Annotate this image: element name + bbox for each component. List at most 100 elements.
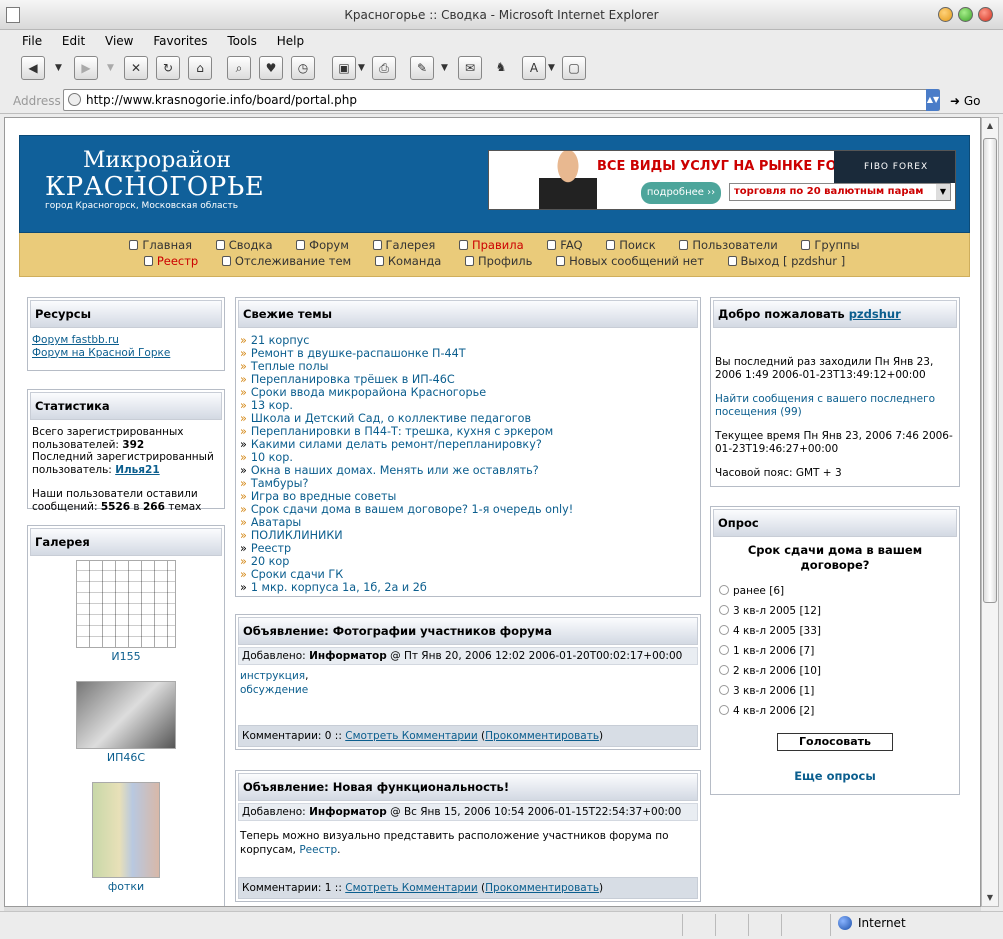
nav-search[interactable]: Поиск (606, 237, 656, 253)
topic-title[interactable]: Аватары (251, 516, 301, 529)
topic-item[interactable]: » Сроки сдачи ГК (240, 568, 696, 581)
topic-item[interactable]: » Какими силами делать ремонт/перепланиро… (240, 438, 696, 451)
close-button[interactable] (978, 7, 993, 22)
forward-icon[interactable]: ▶ (74, 56, 98, 80)
topic-title[interactable]: Тамбуры? (251, 477, 309, 490)
topic-item[interactable]: » Теплые полы (240, 360, 696, 373)
nav-new-messages[interactable]: Новых сообщений нет (556, 253, 704, 269)
edit-icon[interactable]: ✎ (410, 56, 434, 80)
topic-title[interactable]: Окна в наших домах. Менять или же оставл… (251, 464, 539, 477)
poll-option[interactable]: 4 кв-л 2006 [2] (711, 705, 959, 725)
media-dropdown-icon[interactable]: ▼ (358, 56, 365, 80)
fullscreen-icon[interactable]: ▢ (562, 56, 586, 80)
topic-title[interactable]: Срок сдачи дома в вашем договоре? 1-я оч… (251, 503, 573, 516)
topic-title[interactable]: ПОЛИКЛИНИКИ (251, 529, 343, 542)
nav-watched-topics[interactable]: Отслеживание тем (221, 253, 351, 269)
history-icon[interactable]: ◷ (291, 56, 315, 80)
resource-link[interactable]: Форум fastbb.ru (32, 334, 220, 347)
topic-title[interactable]: 20 кор (251, 555, 290, 568)
topic-title[interactable]: Перепланировка трёшек в ИП-46С (251, 373, 455, 386)
nav-summary[interactable]: Сводка (215, 237, 273, 253)
nav-forum[interactable]: Форум (296, 237, 349, 253)
maximize-button[interactable] (958, 7, 973, 22)
topic-item[interactable]: » 21 корпус (240, 334, 696, 347)
nav-logout[interactable]: Выход [ pzdshur ] (727, 253, 845, 269)
back-dropdown-icon[interactable]: ▼ (55, 56, 62, 80)
topic-item[interactable]: » Игра во вредные советы (240, 490, 696, 503)
topic-title[interactable]: Ремонт в двушке-распашонке П-44Т (251, 347, 466, 360)
scrollbar-thumb[interactable] (983, 138, 997, 603)
text-size-icon[interactable]: A (522, 56, 546, 80)
radio-button[interactable] (719, 625, 729, 635)
scroll-up-icon[interactable]: ▲ (982, 118, 998, 134)
poll-option[interactable]: ранее [6] (711, 585, 959, 605)
favorites-icon[interactable]: ♥ (259, 56, 283, 80)
address-dropdown-icon[interactable]: ▲▼ (926, 89, 940, 111)
discussion-link[interactable]: обсуждение (240, 683, 696, 697)
banner-more-button[interactable]: подробнее ›› (641, 182, 721, 204)
radio-button[interactable] (719, 665, 729, 675)
radio-button[interactable] (719, 685, 729, 695)
view-comments-link[interactable]: Смотреть Комментарии (345, 730, 477, 742)
topic-title[interactable]: Игра во вредные советы (251, 490, 396, 503)
menu-file[interactable]: File (22, 34, 42, 48)
topic-title[interactable]: Школа и Детский Сад, о коллективе педаго… (251, 412, 531, 425)
topic-title[interactable]: Сроки сдачи ГК (251, 568, 343, 581)
topic-item[interactable]: » Школа и Детский Сад, о коллективе педаг… (240, 412, 696, 425)
banner-select[interactable]: торговля по 20 валютным парам ▼ (729, 183, 951, 201)
gallery-caption[interactable]: И155 (28, 650, 224, 663)
view-comments-link[interactable]: Смотреть Комментарии (345, 882, 477, 894)
nav-team[interactable]: Команда (374, 253, 441, 269)
topic-item[interactable]: » Аватары (240, 516, 696, 529)
last-user-link[interactable]: Илья21 (115, 464, 159, 476)
search-icon[interactable]: ⌕ (227, 56, 251, 80)
username-link[interactable]: pzdshur (849, 307, 901, 321)
radio-button[interactable] (719, 705, 729, 715)
poll-option[interactable]: 3 кв-л 2006 [1] (711, 685, 959, 705)
post-comment-link[interactable]: Прокомментировать (485, 882, 599, 894)
scroll-down-icon[interactable]: ▼ (982, 890, 998, 906)
address-url[interactable]: http://www.krasnogorie.info/board/portal… (86, 93, 357, 107)
back-icon[interactable]: ◀ (21, 56, 45, 80)
instruction-link[interactable]: инструкция (240, 670, 305, 682)
gallery-caption[interactable]: ИП46С (28, 751, 224, 764)
topic-title[interactable]: Теплые полы (251, 360, 329, 373)
nav-users[interactable]: Пользователи (679, 237, 778, 253)
resource-link[interactable]: Форум на Красной Горке (32, 347, 220, 360)
more-polls-link[interactable]: Еще опросы (711, 769, 959, 783)
topic-item[interactable]: » Реестр (240, 542, 696, 555)
address-field[interactable]: http://www.krasnogorie.info/board/portal… (63, 89, 940, 111)
minimize-button[interactable] (938, 7, 953, 22)
discuss-icon[interactable]: ✉ (458, 56, 482, 80)
topic-title[interactable]: Реестр (251, 542, 291, 555)
poll-option[interactable]: 2 кв-л 2006 [10] (711, 665, 959, 685)
nav-faq[interactable]: FAQ (547, 237, 583, 253)
nav-rules[interactable]: Правила (458, 237, 524, 253)
nav-groups[interactable]: Группы (801, 237, 860, 253)
topic-item[interactable]: » ПОЛИКЛИНИКИ (240, 529, 696, 542)
stop-icon[interactable]: ✕ (124, 56, 148, 80)
menu-favorites[interactable]: Favorites (153, 34, 207, 48)
refresh-icon[interactable]: ↻ (156, 56, 180, 80)
radio-button[interactable] (719, 585, 729, 595)
home-icon[interactable]: ⌂ (188, 56, 212, 80)
ad-banner[interactable]: ВСЕ ВИДЫ УСЛУГ НА РЫНКЕ FOREX FIBO FOREX… (488, 150, 956, 210)
topic-title[interactable]: Перепланировки в П44-Т: трешка, кухня с … (251, 425, 553, 438)
topic-item[interactable]: » Сроки ввода микрорайона Красногорье (240, 386, 696, 399)
menu-help[interactable]: Help (277, 34, 304, 48)
vote-button[interactable]: Голосовать (777, 733, 893, 751)
gallery-thumb-3d[interactable] (76, 681, 176, 749)
nav-profile[interactable]: Профиль (465, 253, 532, 269)
text-size-dropdown-icon[interactable]: ▼ (548, 56, 555, 80)
nav-registry[interactable]: Реестр (143, 253, 198, 269)
radio-button[interactable] (719, 605, 729, 615)
poll-option[interactable]: 1 кв-л 2006 [7] (711, 645, 959, 665)
gallery-caption[interactable]: фотки (28, 880, 224, 893)
registry-link[interactable]: Реестр (299, 844, 337, 856)
topic-item[interactable]: » Тамбуры? (240, 477, 696, 490)
poll-option[interactable]: 4 кв-л 2005 [33] (711, 625, 959, 645)
topic-item[interactable]: » Перепланировки в П44-Т: трешка, кухня с… (240, 425, 696, 438)
topic-title[interactable]: Сроки ввода микрорайона Красногорье (251, 386, 486, 399)
forward-dropdown-icon[interactable]: ▼ (107, 56, 114, 80)
topic-item[interactable]: » 1 мкр. корпуса 1а, 1б, 2а и 2б (240, 581, 696, 594)
